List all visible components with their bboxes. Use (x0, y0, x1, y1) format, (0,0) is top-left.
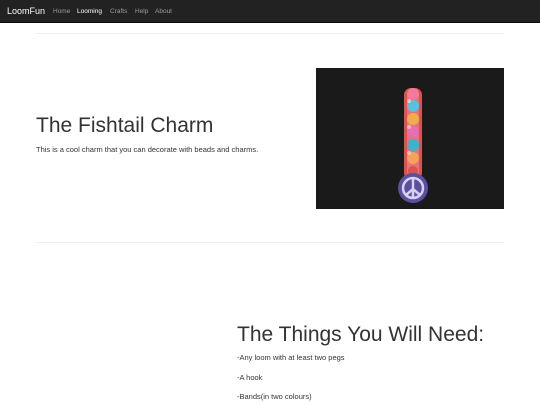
charm-title: The Fishtail Charm (36, 114, 214, 137)
list-item: -A hook (237, 373, 263, 382)
nav-about[interactable]: About (155, 7, 172, 16)
section-divider (36, 33, 504, 34)
brand-link[interactable]: LoomFun (7, 6, 45, 17)
nav-crafts[interactable]: Crafts (110, 7, 127, 16)
navbar: LoomFun Home Looming Crafts Help About (0, 0, 540, 23)
needs-title: The Things You Will Need: (237, 323, 485, 346)
list-item: -Any loom with at least two pegs (237, 353, 345, 362)
fishtail-charm-image (316, 68, 504, 209)
charm-photo (316, 68, 504, 209)
nav-help[interactable]: Help (135, 7, 148, 16)
nav-looming[interactable]: Looming (77, 7, 102, 16)
list-item: -Bands(in two colours) (237, 392, 312, 401)
charm-description: This is a cool charm that you can decora… (36, 145, 259, 154)
section-divider (36, 242, 504, 243)
nav-home[interactable]: Home (53, 7, 70, 16)
